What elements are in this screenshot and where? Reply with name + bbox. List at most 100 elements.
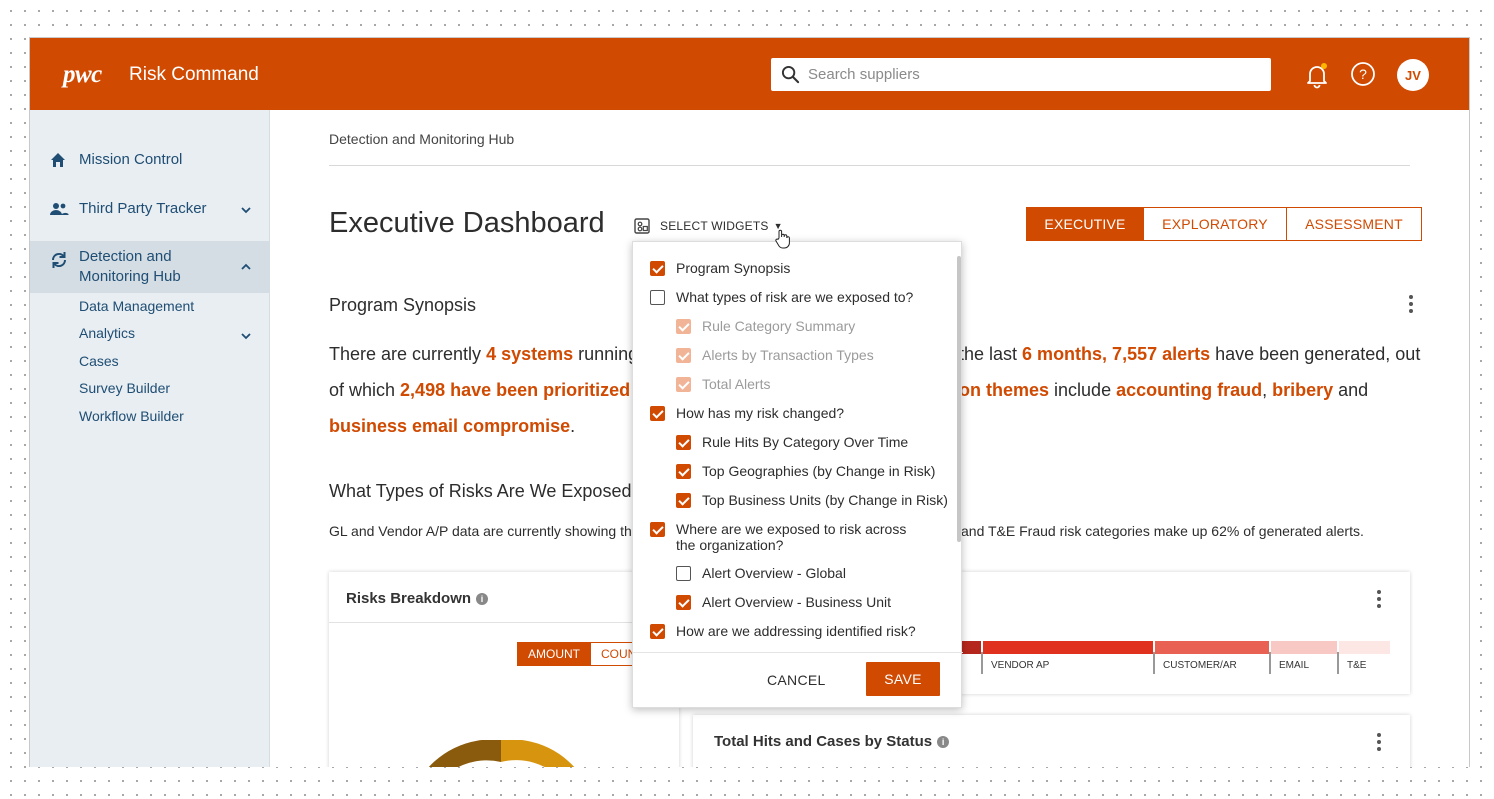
risk-section-title: What Types of Risks Are We Exposed <box>329 481 632 501</box>
divider <box>329 165 1410 166</box>
sidebar-item-mission-control[interactable]: Mission Control <box>30 150 270 172</box>
kebab-dot <box>1377 604 1381 608</box>
widgets-icon <box>634 218 650 234</box>
checkbox[interactable] <box>650 624 665 639</box>
tab-executive[interactable]: EXECUTIVE <box>1026 207 1144 241</box>
option-label: Total Alerts <box>702 376 771 392</box>
select-widgets-label: SELECT WIDGETS <box>660 219 769 233</box>
hand-cursor-icon <box>775 229 790 249</box>
sidebar-subitem-survey-builder[interactable]: Survey Builder <box>79 380 170 396</box>
highlight-systems: 4 systems <box>486 344 574 364</box>
widget-option[interactable]: Alert Overview - Global <box>676 565 846 581</box>
sidebar-subitem-cases[interactable]: Cases <box>79 353 119 369</box>
user-avatar[interactable]: JV <box>1397 59 1429 91</box>
bar-label: T&E <box>1337 652 1366 674</box>
breadcrumb[interactable]: Detection and Monitoring Hub <box>329 131 514 147</box>
kebab-dot <box>1409 309 1413 313</box>
highlight-themes: on themes <box>959 380 1050 400</box>
sidebar-item-label: Third Party Tracker <box>79 200 207 217</box>
save-button[interactable]: SAVE <box>866 662 940 696</box>
kebab-dot <box>1409 302 1413 306</box>
cancel-button[interactable]: CANCEL <box>767 672 826 688</box>
sidebar-subitem-data-management[interactable]: Data Management <box>79 298 194 314</box>
text: include <box>1049 380 1117 400</box>
tab-assessment[interactable]: ASSESSMENT <box>1287 207 1422 241</box>
widget-option[interactable]: Top Geographies (by Change in Risk) <box>676 463 935 479</box>
widget-option[interactable]: Rule Hits By Category Over Time <box>676 434 908 450</box>
total-hits-title: Total Hits and Cases by Status i <box>714 733 950 750</box>
help-icon: ? <box>1351 62 1375 86</box>
widget-option: Alerts by Transaction Types <box>676 347 874 363</box>
kebab-dot <box>1409 295 1413 299</box>
text: . <box>570 416 576 436</box>
text: There are currently <box>329 344 487 364</box>
checkbox[interactable] <box>650 290 665 305</box>
card-more-menu[interactable] <box>1377 590 1381 611</box>
kebab-dot <box>1377 597 1381 601</box>
option-label: Alerts by Transaction Types <box>702 347 874 363</box>
page-title: Executive Dashboard <box>329 207 605 239</box>
widget-option: Total Alerts <box>676 376 770 392</box>
search-box[interactable] <box>771 58 1271 91</box>
kebab-dot <box>1377 740 1381 744</box>
pwc-logo[interactable]: pwc <box>63 61 102 89</box>
select-widgets-button[interactable]: SELECT WIDGETS ▼ <box>634 218 783 234</box>
people-icon <box>50 203 69 215</box>
search-input[interactable] <box>808 66 1248 83</box>
option-label: Top Geographies (by Change in Risk) <box>702 463 936 479</box>
text: GL and Vendor A/P data are currently sho… <box>329 523 632 539</box>
toggle-count[interactable]: COUNT <box>591 642 636 666</box>
widget-option[interactable]: How has my risk changed? <box>650 405 844 421</box>
checkbox[interactable] <box>650 522 665 537</box>
chevron-down-icon[interactable] <box>240 330 252 342</box>
text: , <box>1262 380 1273 400</box>
widget-option[interactable]: How are we addressing identified risk? <box>650 623 916 639</box>
card-title-text: Risks Breakdown <box>346 590 472 607</box>
toggle-amount[interactable]: AMOUNT <box>517 642 591 666</box>
notifications-button[interactable] <box>1303 61 1331 94</box>
synopsis-line-1: There are currently 4 systems running <box>329 344 638 365</box>
home-icon <box>51 153 65 167</box>
sidebar-item-third-party-tracker[interactable]: Third Party Tracker <box>30 199 270 221</box>
app-name: Risk Command <box>129 64 259 85</box>
card-more-menu[interactable] <box>1377 733 1381 754</box>
synopsis-line-2-right: on themes include accounting fraud, brib… <box>959 380 1368 401</box>
option-label: How are we addressing identified risk? <box>676 623 916 639</box>
info-icon[interactable]: i <box>476 593 489 605</box>
sidebar-item-detection-monitoring-hub[interactable]: Detection and Monitoring Hub <box>30 241 270 293</box>
widget-option[interactable]: Program Synopsis <box>650 260 790 276</box>
kebab-dot <box>1377 590 1381 594</box>
donut-chart[interactable] <box>409 740 599 767</box>
dropdown-scrollbar[interactable] <box>957 256 961 542</box>
widget-option[interactable]: Top Business Units (by Change in Risk) <box>676 492 948 508</box>
widget-option[interactable]: Alert Overview - Business Unit <box>676 594 891 610</box>
card-divider <box>329 622 679 623</box>
synopsis-more-menu[interactable] <box>1409 295 1413 316</box>
checkbox[interactable] <box>650 406 665 421</box>
checkbox[interactable] <box>676 464 691 479</box>
widget-option[interactable]: What types of risk are we exposed to? <box>650 289 913 305</box>
widget-option[interactable]: Where are we exposed to risk across the o… <box>650 521 906 553</box>
help-button[interactable]: ? <box>1350 61 1376 92</box>
option-label: Top Business Units (by Change in Risk) <box>702 492 948 508</box>
option-label: Alert Overview - Global <box>702 565 846 581</box>
info-icon[interactable]: i <box>937 736 950 748</box>
option-label: Rule Hits By Category Over Time <box>702 434 909 450</box>
sidebar-item-label: Detection and Monitoring Hub <box>79 247 181 287</box>
select-widgets-dropdown: Program Synopsis What types of risk are … <box>632 241 963 708</box>
highlight-prioritized: 2,498 have been prioritized <box>400 380 631 400</box>
highlight-bec: business email compromise <box>329 416 571 436</box>
synopsis-line-2: of which 2,498 have been prioritized <box>329 380 630 401</box>
checkbox[interactable] <box>676 435 691 450</box>
widget-options-list[interactable]: Program Synopsis What types of risk are … <box>633 242 963 652</box>
checkbox[interactable] <box>676 493 691 508</box>
tab-exploratory[interactable]: EXPLORATORY <box>1144 207 1287 241</box>
checkbox[interactable] <box>676 566 691 581</box>
sidebar-subitem-workflow-builder[interactable]: Workflow Builder <box>79 408 184 424</box>
checkbox[interactable] <box>676 595 691 610</box>
sidebar-subitem-analytics[interactable]: Analytics <box>79 325 135 341</box>
label-line: Where are we exposed to risk across <box>676 521 907 537</box>
checkbox[interactable] <box>650 261 665 276</box>
text: running <box>573 344 639 364</box>
widget-option: Rule Category Summary <box>676 318 855 334</box>
